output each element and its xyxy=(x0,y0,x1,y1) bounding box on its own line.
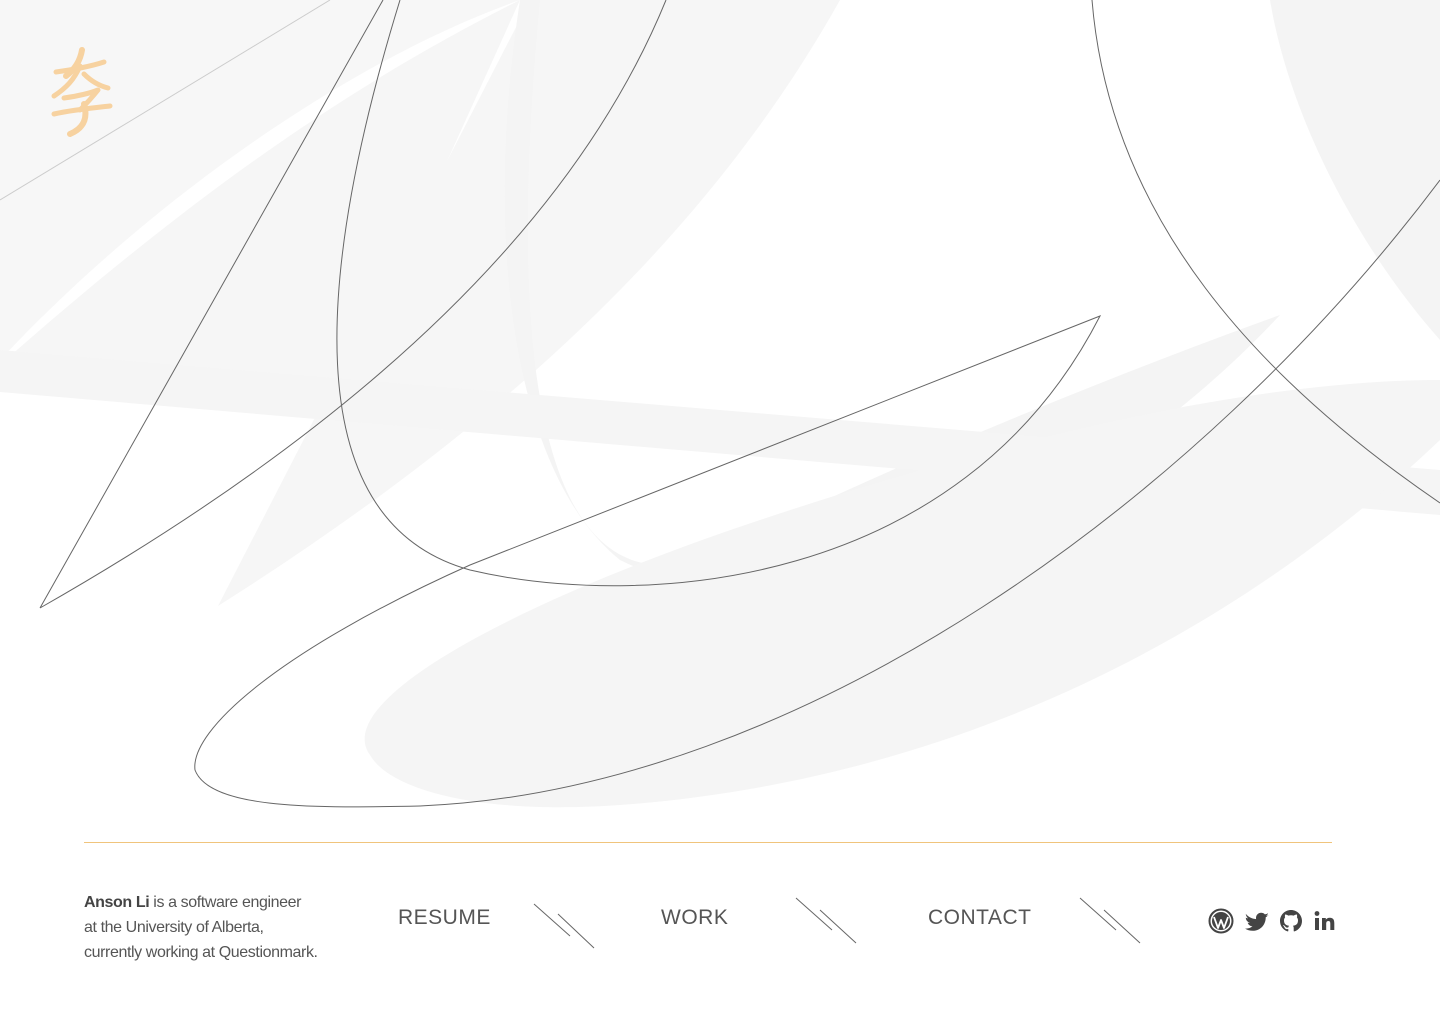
li-calligraphy-logo-icon[interactable] xyxy=(44,44,116,140)
nav-contact-link[interactable]: CONTACT xyxy=(928,906,1031,930)
wordpress-icon[interactable] xyxy=(1208,908,1234,934)
double-slash-decoration xyxy=(1079,897,1141,944)
nav-resume-link[interactable]: RESUME xyxy=(398,906,491,930)
github-icon[interactable] xyxy=(1278,908,1304,934)
footer-divider xyxy=(84,842,1332,843)
author-name: Anson Li xyxy=(84,894,150,911)
social-links xyxy=(1208,908,1335,938)
bio-line-3: currently working at Questionmark. xyxy=(84,944,318,961)
bio: Anson Li is a software engineer at the U… xyxy=(84,890,354,965)
author-role: software engineer xyxy=(180,890,304,915)
double-slash-decoration xyxy=(533,903,595,949)
background-art xyxy=(0,0,1440,808)
bio-line-1: Anson Li is a software engineer xyxy=(84,890,354,915)
bio-connector: is a xyxy=(153,894,177,911)
bio-line-2: at the University of Alberta, xyxy=(84,919,264,936)
page: Anson Li is a software engineer at the U… xyxy=(0,0,1440,1024)
linkedin-icon[interactable] xyxy=(1312,908,1338,934)
bg-shape-right-arc xyxy=(1270,0,1440,340)
nav-work-link[interactable]: WORK xyxy=(661,906,728,930)
twitter-icon[interactable] xyxy=(1244,908,1270,934)
double-slash-decoration xyxy=(795,897,857,944)
